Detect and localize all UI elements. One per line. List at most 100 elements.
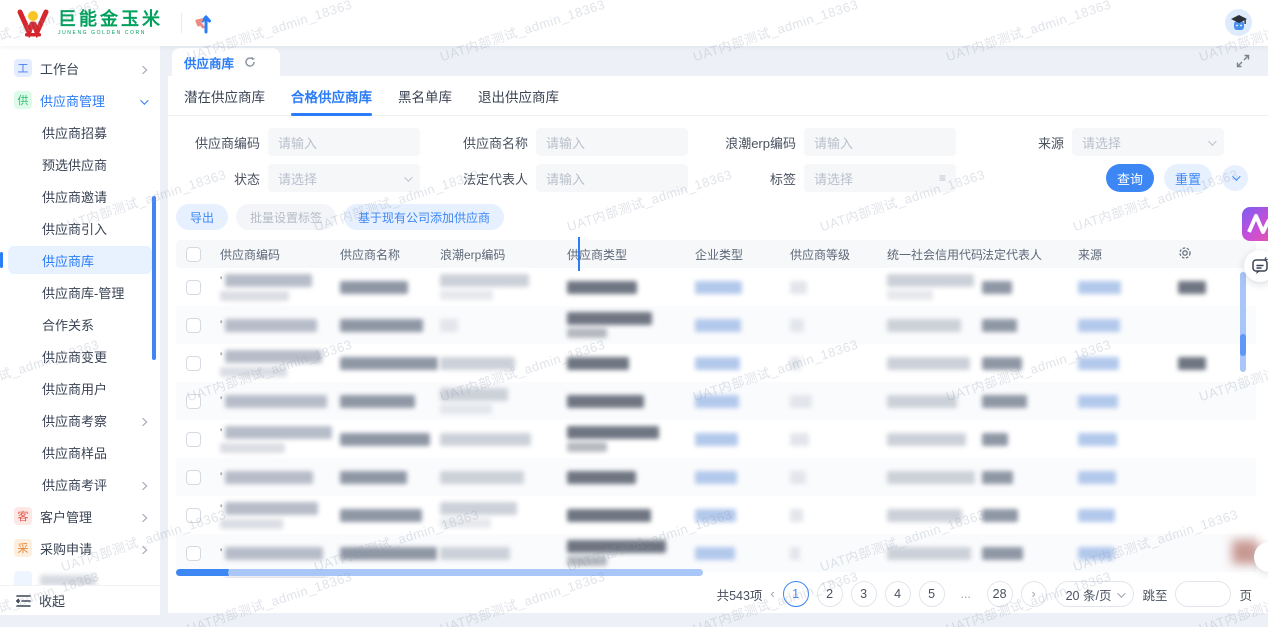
redacted-cell xyxy=(1078,280,1178,294)
select-all-checkbox[interactable] xyxy=(186,246,201,262)
expand-filters-button[interactable] xyxy=(1222,165,1248,191)
chevron-right-icon xyxy=(138,61,148,76)
table-row[interactable]: ' xyxy=(176,306,1256,344)
table-row[interactable]: ' xyxy=(176,382,1256,420)
page-button-1[interactable]: 1 xyxy=(782,581,809,607)
row-checkbox[interactable] xyxy=(186,507,201,523)
user-avatar[interactable] xyxy=(1225,9,1252,36)
row-checkbox[interactable] xyxy=(186,393,201,409)
feedback-chat-button[interactable] xyxy=(1244,250,1268,282)
vertical-scrollbar[interactable] xyxy=(1240,272,1246,372)
row-checkbox[interactable] xyxy=(186,279,201,295)
search-button[interactable]: 查询 xyxy=(1106,164,1154,192)
column-header-6[interactable]: 统一社会信用代码 xyxy=(887,246,982,263)
redacted-cell xyxy=(695,546,790,560)
sidebar-item-7[interactable]: 供应商库-管理 xyxy=(8,278,152,306)
sidebar-scrollbar[interactable] xyxy=(152,196,156,360)
redacted-cell: ' xyxy=(220,274,340,301)
filter-input[interactable]: 请输入 xyxy=(268,128,420,156)
filter-input[interactable]: 请输入 xyxy=(536,128,688,156)
redacted-cell xyxy=(1078,470,1178,484)
row-checkbox[interactable] xyxy=(186,431,201,447)
column-header-8[interactable]: 来源 xyxy=(1078,246,1178,263)
active-indicator xyxy=(0,252,3,268)
sidebar-item-12[interactable]: 供应商样品 xyxy=(8,438,152,466)
quote-mark: ' xyxy=(220,546,223,560)
column-header-3[interactable]: 供应商类型 xyxy=(567,246,695,263)
sidebar-item-13[interactable]: 供应商考评 xyxy=(8,470,152,498)
table-row[interactable]: ' xyxy=(176,534,1256,572)
filter-select[interactable]: 请选择 ≡ xyxy=(804,164,956,192)
tab-supplier-library[interactable]: 供应商库 xyxy=(172,48,280,76)
action-button-2[interactable]: 基于现有公司添加供应商 xyxy=(344,204,505,230)
action-button-0[interactable]: 导出 xyxy=(176,204,229,230)
subtab-1[interactable]: 合格供应商库 xyxy=(291,76,372,116)
fullscreen-icon[interactable] xyxy=(1236,54,1250,68)
sidebar-item-9[interactable]: 供应商变更 xyxy=(8,342,152,370)
sidebar-item-10[interactable]: 供应商用户 xyxy=(8,374,152,402)
prev-page-button[interactable]: ‹ xyxy=(770,587,774,601)
horizontal-scrollbar[interactable] xyxy=(176,569,1256,576)
row-checkbox[interactable] xyxy=(186,355,201,371)
filter-select[interactable]: 请选择 xyxy=(268,164,420,192)
upgrade-arrows-icon[interactable] xyxy=(194,11,216,35)
sidebar-item-11[interactable]: 供应商考察 xyxy=(8,406,152,434)
page-button-2[interactable]: 2 xyxy=(816,581,843,607)
table-row[interactable]: ' xyxy=(176,496,1256,534)
redacted-cell xyxy=(440,388,567,414)
redacted-cell xyxy=(982,318,1078,332)
gear-icon[interactable] xyxy=(1178,246,1192,260)
redacted-cell xyxy=(887,432,982,446)
filter-input[interactable]: 请输入 xyxy=(536,164,688,192)
sidebar-item-5[interactable]: 供应商引入 xyxy=(8,214,152,242)
graduation-cap-icon xyxy=(1230,14,1247,30)
quote-mark: ' xyxy=(220,318,223,332)
table-row[interactable]: ' xyxy=(176,420,1256,458)
redacted-cell xyxy=(440,502,567,528)
column-header-1[interactable]: 供应商名称 xyxy=(340,246,440,263)
sidebar-item-1[interactable]: 供供应商管理 xyxy=(8,86,152,114)
filter-label: 状态 xyxy=(233,171,260,187)
sidebar-item-14[interactable]: 客客户管理 xyxy=(8,502,152,530)
column-header-2[interactable]: 浪潮erp编码 xyxy=(440,246,567,263)
subtab-0[interactable]: 潜在供应商库 xyxy=(184,76,265,115)
page-button-3[interactable]: 3 xyxy=(850,581,877,607)
column-header-5[interactable]: 供应商等级 xyxy=(790,246,887,263)
jump-page-input[interactable] xyxy=(1175,581,1232,607)
table-row[interactable]: ' xyxy=(176,268,1256,306)
subtab-3[interactable]: 退出供应商库 xyxy=(478,76,559,115)
redacted-cell xyxy=(440,356,567,370)
sidebar-item-4[interactable]: 供应商邀请 xyxy=(8,182,152,210)
redacted-cell xyxy=(567,280,695,294)
next-page-button[interactable]: › xyxy=(1020,581,1047,607)
row-checkbox[interactable] xyxy=(186,469,201,485)
sidebar-item-8[interactable]: 合作关系 xyxy=(8,310,152,338)
column-header-4[interactable]: 企业类型 xyxy=(695,246,790,263)
sidebar-item-6[interactable]: 供应商库 xyxy=(0,246,152,274)
sidebar-item-3[interactable]: 预选供应商 xyxy=(8,150,152,178)
page-button-5[interactable]: 5 xyxy=(918,581,945,607)
filter-select[interactable]: 请选择 xyxy=(1072,128,1224,156)
row-checkbox[interactable] xyxy=(186,545,201,561)
page-button-4[interactable]: 4 xyxy=(884,581,911,607)
sidebar-collapse-button[interactable]: 收起 xyxy=(0,585,160,615)
sidebar-item-label: 供应商招募 xyxy=(42,125,108,141)
row-checkbox[interactable] xyxy=(186,317,201,333)
column-header-7[interactable]: 法定代表人 xyxy=(982,246,1078,263)
column-header-0[interactable]: 供应商编码 xyxy=(220,246,340,263)
chevron-down-icon xyxy=(1117,587,1127,601)
filter-input[interactable]: 请输入 xyxy=(804,128,956,156)
table-row[interactable]: ' xyxy=(176,458,1256,496)
sidebar-item-0[interactable]: 工工作台 xyxy=(8,54,152,82)
sidebar-item-2[interactable]: 供应商招募 xyxy=(8,118,152,146)
sidebar-item-15[interactable]: 采采购申请 xyxy=(8,534,152,562)
subtab-2[interactable]: 黑名单库 xyxy=(398,76,452,115)
page-size-select[interactable]: 20 条/页 xyxy=(1054,581,1135,607)
table-row[interactable]: ' xyxy=(176,344,1256,382)
refresh-icon[interactable] xyxy=(244,56,256,68)
sidebar-item-clipped[interactable] xyxy=(8,566,152,585)
reset-button[interactable]: 重置 xyxy=(1164,164,1212,192)
redacted-cell xyxy=(790,546,887,560)
ai-assistant-logo[interactable] xyxy=(1242,207,1268,246)
page-button-28[interactable]: 28 xyxy=(986,581,1013,607)
